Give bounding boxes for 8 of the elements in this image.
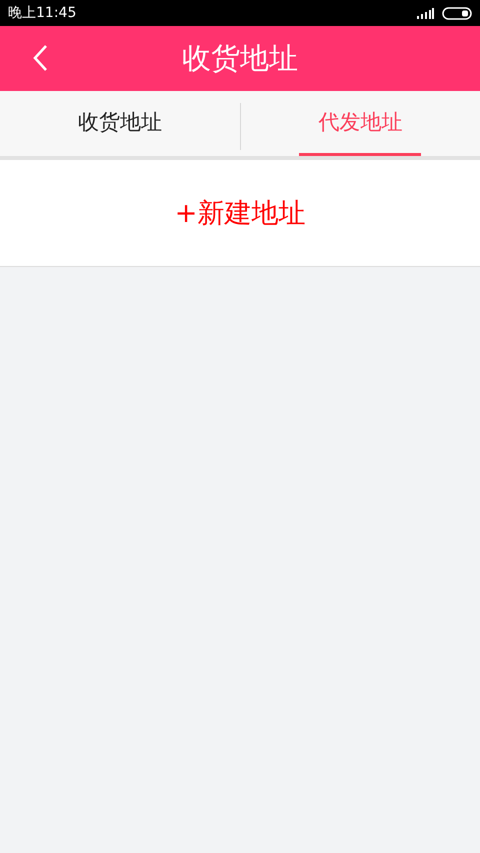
tab[interactable]: 代发地址 xyxy=(299,91,422,156)
signal-icon xyxy=(417,8,434,18)
page-title: 收货地址 xyxy=(182,40,298,76)
tab[interactable]: 收货地址 xyxy=(58,91,181,156)
back-icon[interactable] xyxy=(32,44,48,72)
battery-icon xyxy=(442,6,472,20)
status-time: 晚上11:45 xyxy=(8,4,76,22)
new-address-button[interactable]: +新建地址 xyxy=(170,191,310,235)
